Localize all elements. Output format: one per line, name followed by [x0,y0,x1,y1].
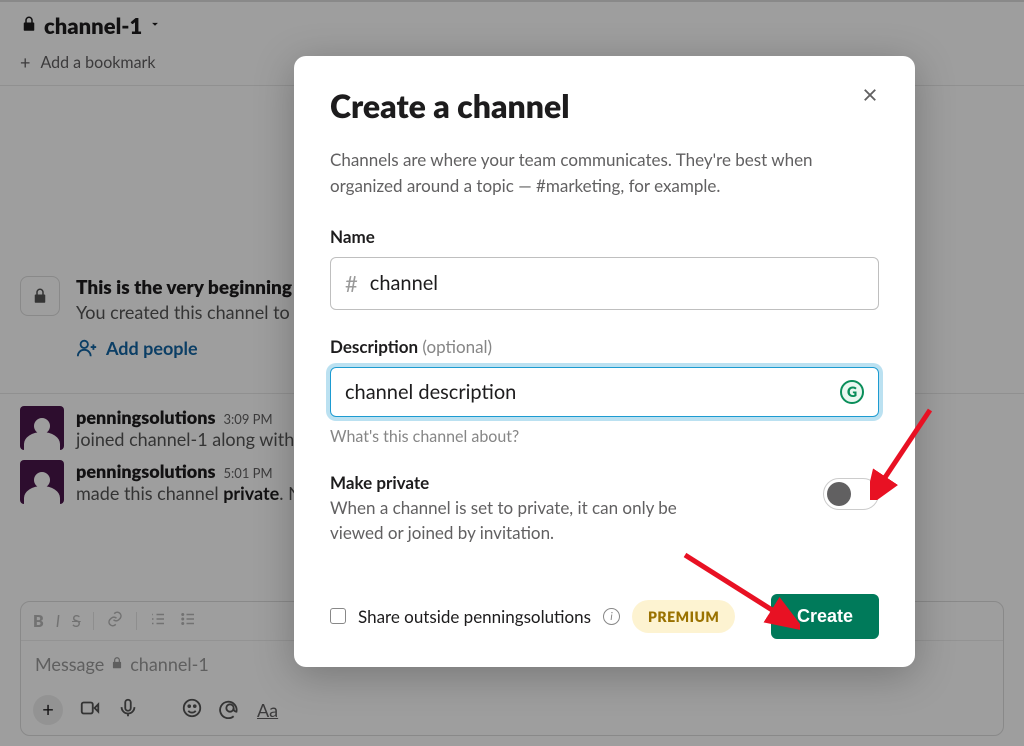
info-icon[interactable]: i [603,608,620,625]
grammarly-icon[interactable]: G [840,380,864,404]
hash-icon: # [345,270,358,297]
channel-name-input[interactable]: # channel [330,257,879,310]
premium-badge: PREMIUM [632,600,735,633]
modal-description: Channels are where your team communicate… [330,147,879,200]
modal-title: Create a channel [330,86,570,125]
channel-name-value: channel [370,271,864,295]
create-channel-modal: Create a channel Channels are where your… [294,56,915,667]
channel-description-value: channel description [345,380,828,404]
share-outside-label: Share outside penningsolutions [358,606,591,627]
make-private-toggle[interactable] [823,478,879,510]
share-outside-checkbox[interactable] [330,608,346,624]
close-button[interactable] [861,86,879,108]
description-helper: What's this channel about? [330,427,879,446]
make-private-description: When a channel is set to private, it can… [330,495,710,546]
create-button[interactable]: Create [771,594,879,639]
description-label: Description (optional) [330,336,879,357]
name-label: Name [330,226,879,247]
make-private-label: Make private [330,472,803,493]
channel-description-input[interactable]: channel description G [330,367,879,417]
